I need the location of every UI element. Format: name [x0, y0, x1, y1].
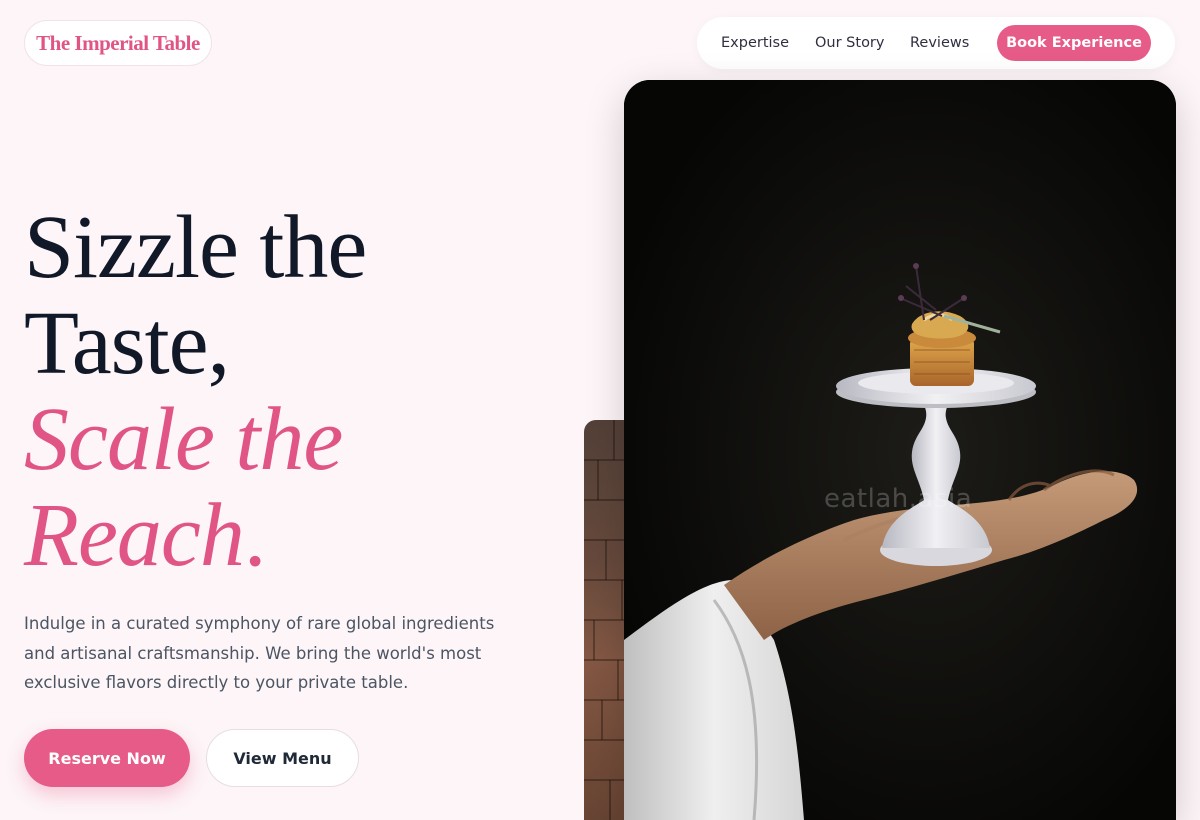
nav-link-reviews[interactable]: Reviews	[910, 17, 969, 69]
hero-description: Indulge in a curated symphony of rare gl…	[24, 614, 495, 692]
hero-headline: Sizzle the Taste, Scale the Reach.	[24, 198, 367, 584]
headline-period: .	[243, 486, 266, 585]
headline-line-1: Sizzle the	[24, 198, 367, 297]
nav-link-expertise[interactable]: Expertise	[721, 17, 789, 69]
image-watermark: eatlah.asia	[824, 484, 973, 514]
nav-link-our-story[interactable]: Our Story	[815, 17, 884, 69]
headline-line-4: Reach.	[24, 488, 366, 584]
reserve-now-button[interactable]: Reserve Now	[24, 729, 190, 787]
view-menu-button[interactable]: View Menu	[206, 729, 359, 787]
top-navigation: Expertise Our Story Reviews Book Experie…	[697, 17, 1175, 69]
headline-line-3: Scale the	[24, 390, 343, 489]
hand-with-dessert-image	[624, 80, 1176, 820]
headline-line-2: Taste,	[24, 294, 230, 393]
book-experience-button[interactable]: Book Experience	[997, 25, 1151, 61]
headline-word-reach: Reach	[24, 486, 245, 585]
hero-food-image: eatlah.asia	[624, 80, 1176, 820]
brand-logo[interactable]: The Imperial Table	[24, 20, 212, 66]
